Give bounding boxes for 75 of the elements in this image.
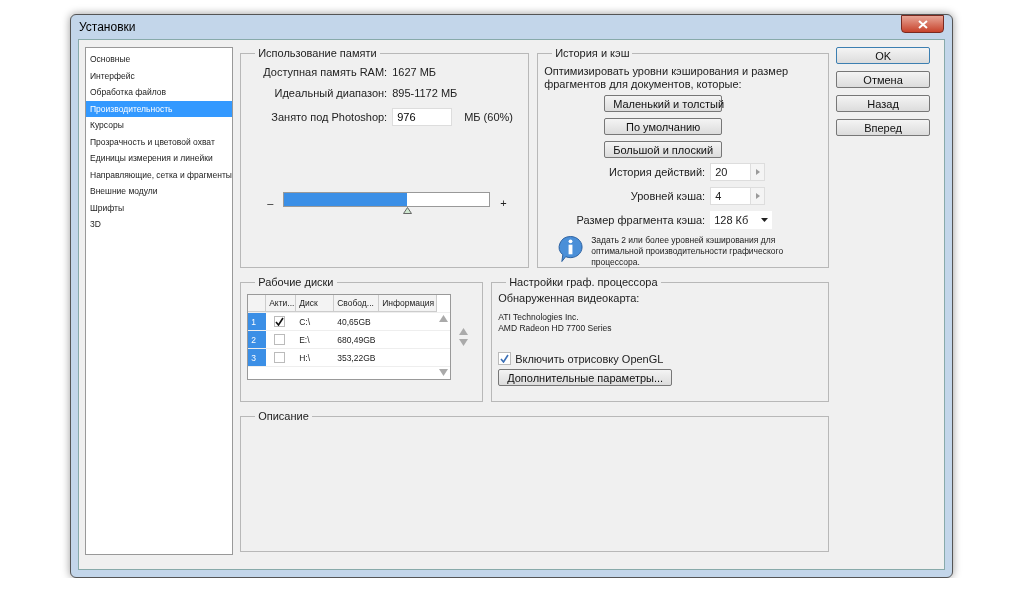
card-name: AMD Radeon HD 7700 Series (498, 323, 613, 334)
plus-label: + (500, 197, 507, 209)
memory-slider[interactable] (283, 192, 491, 214)
field-label: Занято под Photoshop: (270, 111, 388, 123)
checkbox[interactable] (274, 316, 286, 327)
preset-button[interactable]: Маленький и толстый (604, 95, 723, 112)
right-arrow-icon (755, 193, 760, 199)
arrow-button[interactable] (750, 164, 765, 180)
opengl-checkbox[interactable] (498, 352, 512, 365)
column-header[interactable]: Диск (296, 295, 335, 312)
move-down-icon[interactable] (459, 339, 469, 346)
field-label: Доступная память RAM: (262, 66, 388, 78)
category-item[interactable]: Направляющие, сетка и фрагменты (86, 166, 233, 183)
table-cell-text: E:\ (298, 334, 311, 345)
move-up-icon[interactable] (459, 328, 469, 335)
column-header[interactable]: Информация (379, 295, 438, 312)
close-icon (917, 19, 928, 29)
table-cell-text: 680,49GB (336, 334, 377, 345)
minus-label: – (267, 197, 274, 209)
category-item[interactable]: 3D (86, 216, 233, 233)
category-item[interactable]: Основные (86, 51, 233, 68)
table-cell-text: C:\ (298, 316, 312, 327)
number-field[interactable]: 20 (710, 163, 766, 181)
row-number: 1 (248, 313, 267, 330)
detected-label: Обнаруженная видеокарта: (498, 292, 640, 304)
description-text: Оптимизировать уровни кэширования и размер фрагментов для документов, которые: (544, 65, 790, 91)
dialog-button[interactable]: Вперед (836, 119, 930, 136)
size-dropdown[interactable]: 128 Кб (710, 211, 773, 229)
scroll-up-icon[interactable] (439, 315, 449, 322)
row-number: 2 (248, 331, 267, 348)
category-item[interactable]: Шрифты (86, 199, 233, 216)
column-header[interactable]: Свобод... (334, 295, 380, 312)
category-item[interactable]: Обработка файлов (86, 84, 233, 101)
advanced-button[interactable]: Дополнительные параметры... (498, 369, 673, 386)
field-label: Уровней кэша: (629, 190, 706, 202)
field-label: История действий: (608, 166, 706, 178)
preset-button[interactable]: По умолчанию (604, 118, 723, 135)
category-item[interactable]: Внешние модули (86, 183, 233, 200)
category-item[interactable]: Единицы измерения и линейки (86, 150, 233, 167)
hint-text: Задать 2 или более уровней кэширования для оптимальной производительности графического процессора. (591, 235, 785, 268)
table-cell-text: 40,65GB (336, 316, 372, 327)
memory-input[interactable]: 976 (392, 108, 453, 126)
dialog-button[interactable]: Отмена (836, 71, 930, 88)
right-arrow-icon (755, 169, 760, 175)
table-cell-text: H:\ (298, 352, 312, 363)
preset-button[interactable]: Большой и плоский (604, 141, 723, 158)
category-item[interactable]: Курсоры (86, 117, 233, 134)
dialog-button[interactable]: Назад (836, 95, 930, 112)
dropdown-caret-icon (761, 218, 769, 222)
row-number: 3 (248, 349, 267, 366)
group-title: Использование памяти (257, 47, 378, 59)
checkbox[interactable] (274, 334, 286, 345)
category-item[interactable]: Прозрачность и цветовой охват (86, 133, 233, 150)
column-header[interactable]: Акти... (266, 295, 297, 312)
field-value: 1627 МБ (392, 66, 438, 78)
dialog-button[interactable]: OK (836, 47, 930, 64)
checkbox[interactable] (274, 352, 286, 363)
group-title: История и кэш (554, 47, 631, 59)
checkbox-label: Включить отрисовку OpenGL (515, 352, 664, 365)
field-label: Идеальный диапазон: (273, 87, 388, 99)
scroll-down-icon[interactable] (439, 369, 449, 376)
field-value: 895-1172 МБ (392, 87, 459, 99)
card-name: ATI Technologies Inc. (498, 312, 580, 323)
close-button[interactable] (901, 15, 944, 33)
category-item[interactable]: Интерфейс (86, 67, 233, 84)
group-title: Рабочие диски (257, 276, 335, 288)
window-title: Установки (79, 20, 136, 34)
field-label: Размер фрагмента кэша: (576, 214, 706, 226)
table-cell-text: 353,22GB (336, 352, 377, 363)
group-title: Настройки граф. процессора (508, 276, 659, 288)
arrow-button[interactable] (750, 188, 765, 204)
number-field[interactable]: 4 (710, 187, 766, 205)
group-title: Описание (257, 410, 310, 422)
unit-label: МБ (60%) (464, 111, 513, 123)
info-icon (558, 235, 584, 263)
